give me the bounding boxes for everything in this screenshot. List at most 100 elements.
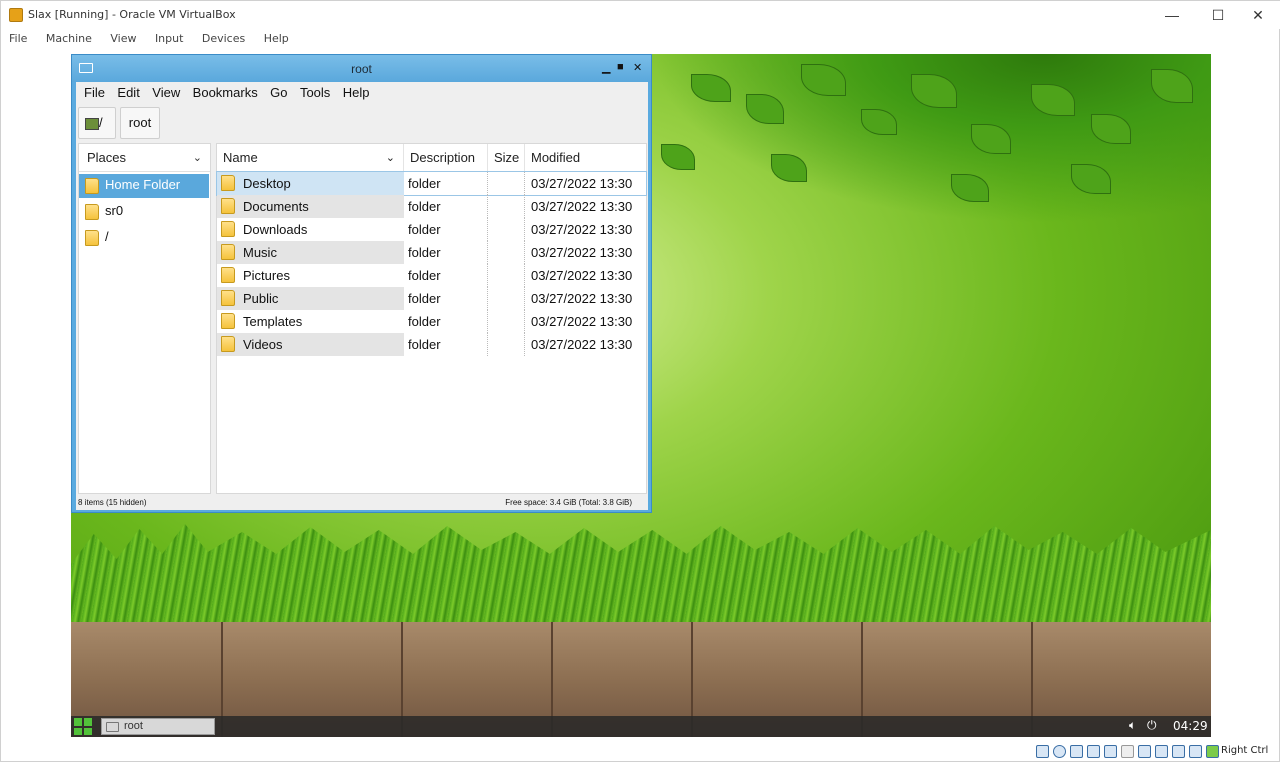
volume-icon[interactable]: 🔈︎ (1129, 718, 1136, 733)
fm-menu-tools[interactable]: Tools (300, 82, 330, 104)
places-header[interactable]: Places ⌄ (79, 144, 210, 172)
folder-icon (85, 204, 99, 220)
recording-icon[interactable] (1155, 745, 1168, 758)
power-icon[interactable]: ⏻ (1147, 718, 1157, 733)
file-description: folder (404, 287, 488, 310)
file-name: Templates (217, 310, 404, 333)
file-name: Pictures (217, 264, 404, 287)
file-modified: 03/27/2022 13:30 (531, 222, 633, 237)
fm-menu-bookmarks[interactable]: Bookmarks (193, 82, 258, 104)
column-description[interactable]: Description (404, 144, 488, 172)
file-manager-titlebar[interactable]: root ▁ ■ ✕ (72, 55, 651, 82)
file-modified: 03/27/2022 13:30 (531, 314, 633, 329)
file-size (488, 333, 525, 356)
fm-menu-go[interactable]: Go (270, 82, 287, 104)
file-name-label: Documents (243, 199, 309, 214)
column-name[interactable]: Name ⌄ (217, 144, 404, 172)
folder-icon (221, 336, 235, 352)
clock: 04:29 (1173, 719, 1208, 733)
fm-maximize-button[interactable]: ■ (617, 61, 624, 73)
start-grid-icon[interactable] (74, 718, 92, 735)
file-size (488, 172, 525, 195)
path-root-label: / (99, 115, 103, 130)
taskbar-item-root[interactable]: root (101, 718, 215, 735)
file-name-label: Music (243, 245, 277, 260)
file-description: folder (404, 218, 488, 241)
path-root-button[interactable]: / (78, 107, 116, 139)
file-name-label: Desktop (243, 176, 291, 191)
host-close-button[interactable]: ✕ (1235, 1, 1280, 29)
places-item-root[interactable]: / (79, 226, 210, 250)
status-item-count: 8 items (15 hidden) (78, 498, 147, 507)
path-current-button[interactable]: root (120, 107, 160, 139)
file-row[interactable]: Documents folder 03/27/2022 13:30 (217, 195, 646, 218)
host-menu-machine[interactable]: Machine (46, 30, 92, 48)
file-list: Name ⌄ Description Size Modified Desktop… (216, 143, 647, 494)
audio-icon[interactable] (1070, 745, 1083, 758)
file-row[interactable]: Public folder 03/27/2022 13:30 (217, 287, 646, 310)
host-menu-devices[interactable]: Devices (202, 30, 245, 48)
status-free-space: Free space: 3.4 GiB (Total: 3.8 GiB) (505, 498, 632, 507)
file-row[interactable]: Desktop folder 03/27/2022 13:30 (216, 171, 647, 196)
host-menubar: File Machine View Input Devices Help (1, 29, 1280, 47)
fm-menu-help[interactable]: Help (343, 82, 370, 104)
folder-icon (85, 178, 99, 194)
places-item-sr0[interactable]: sr0 (79, 200, 210, 224)
file-modified: 03/27/2022 13:30 (531, 291, 633, 306)
usb-icon[interactable] (1104, 745, 1117, 758)
file-name: Documents (217, 195, 404, 218)
host-menu-help[interactable]: Help (264, 30, 289, 48)
host-minimize-button[interactable]: — (1149, 1, 1195, 29)
file-row[interactable]: Music folder 03/27/2022 13:30 (217, 241, 646, 264)
folder-icon (221, 221, 235, 237)
fm-menu-edit[interactable]: Edit (117, 82, 139, 104)
file-description: folder (404, 241, 488, 264)
fm-close-button[interactable]: ✕ (633, 61, 642, 74)
capture-icon[interactable] (1206, 745, 1219, 758)
hdd-icon[interactable] (1036, 745, 1049, 758)
clipboard-icon[interactable] (1172, 745, 1185, 758)
host-menu-file[interactable]: File (9, 30, 27, 48)
host-menu-view[interactable]: View (110, 30, 136, 48)
folder-icon (106, 722, 119, 732)
fm-menu-view[interactable]: View (152, 82, 180, 104)
status-bar: 8 items (15 hidden) Free space: 3.4 GiB … (76, 495, 648, 510)
file-row[interactable]: Pictures folder 03/27/2022 13:30 (217, 264, 646, 287)
file-name-label: Public (243, 291, 279, 306)
places-sidebar: Places ⌄ Home Folder sr0 / (78, 143, 211, 494)
fm-minimize-button[interactable]: ▁ (602, 61, 610, 74)
fm-menu-file[interactable]: File (84, 82, 105, 104)
file-name-label: Pictures (243, 268, 290, 283)
file-modified: 03/27/2022 13:30 (531, 176, 633, 191)
file-modified: 03/27/2022 13:30 (531, 245, 633, 260)
file-size (488, 195, 525, 218)
column-modified[interactable]: Modified (525, 144, 647, 172)
file-row[interactable]: Downloads folder 03/27/2022 13:30 (217, 218, 646, 241)
file-name: Public (217, 287, 404, 310)
mouse-integration-icon[interactable] (1189, 745, 1202, 758)
file-modified: 03/27/2022 13:30 (531, 337, 633, 352)
file-name-label: Videos (243, 337, 283, 352)
file-row[interactable]: Templates folder 03/27/2022 13:30 (217, 310, 646, 333)
column-name-label: Name (223, 150, 258, 165)
file-rows: Desktop folder 03/27/2022 13:30 Documents fo… (216, 171, 647, 356)
chevron-down-icon: ⌄ (385, 152, 395, 164)
file-list-header: Name ⌄ Description Size Modified (217, 144, 646, 172)
display-icon[interactable] (1138, 745, 1151, 758)
network-icon[interactable] (1087, 745, 1100, 758)
places-item-home[interactable]: Home Folder (79, 174, 209, 198)
optical-disk-icon[interactable] (1053, 745, 1066, 758)
host-menu-input[interactable]: Input (155, 30, 183, 48)
column-size[interactable]: Size (488, 144, 525, 172)
file-name-label: Templates (243, 314, 303, 329)
host-key-label: Right Ctrl (1221, 745, 1269, 756)
drive-icon (85, 117, 99, 130)
taskbar-item-label: root (124, 720, 143, 732)
file-name: Downloads (217, 218, 404, 241)
shared-folder-icon[interactable] (1121, 745, 1134, 758)
file-modified: 03/27/2022 13:30 (531, 268, 633, 283)
file-size (488, 287, 525, 310)
file-description: folder (404, 172, 488, 195)
guest-desktop[interactable]: root ▁ ■ ✕ File Edit View Bookmarks Go T… (71, 54, 1211, 737)
file-row[interactable]: Videos folder 03/27/2022 13:30 (217, 333, 646, 356)
